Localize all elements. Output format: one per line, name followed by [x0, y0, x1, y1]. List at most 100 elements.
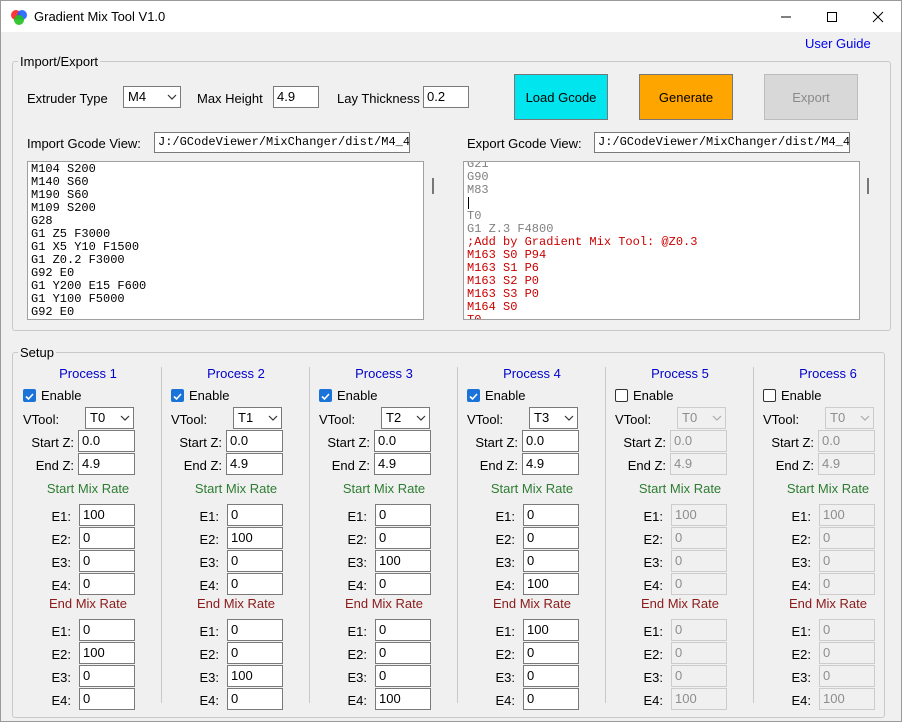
chevron-down-icon	[564, 415, 574, 421]
start-z-input[interactable]: 0.0	[78, 430, 135, 452]
process-panel-4: Process 4 Enable VTool: T3 Start Z: 0.0 End Z:…	[458, 366, 606, 710]
checkmark-icon	[469, 393, 478, 401]
end-z-label: End Z:	[331, 458, 370, 473]
import-gcode-textarea[interactable]: M104 S200 M140 S60 M190 S60 M109 S200 G28 G1 …	[27, 161, 424, 320]
end-e2-input[interactable]: 0	[523, 642, 579, 664]
end-e3-input[interactable]: 0	[523, 665, 579, 687]
end-e3-input[interactable]: 0	[819, 665, 875, 687]
enable-checkbox[interactable]	[319, 389, 332, 402]
load-gcode-button[interactable]: Load Gcode	[514, 74, 608, 120]
end-e4-input[interactable]: 0	[227, 688, 283, 710]
end-e3-input[interactable]: 0	[671, 665, 727, 687]
start-z-input[interactable]: 0.0	[522, 430, 579, 452]
chevron-down-icon	[120, 415, 130, 421]
end-e1-input[interactable]: 0	[79, 619, 135, 641]
end-e3-input[interactable]: 0	[79, 665, 135, 687]
enable-checkbox[interactable]	[23, 389, 36, 402]
start-mix-rate-heading: Start Mix Rate	[194, 481, 278, 496]
start-e3-input[interactable]: 100	[375, 550, 431, 572]
end-e3-input[interactable]: 100	[227, 665, 283, 687]
maximize-button[interactable]	[809, 1, 855, 32]
start-e2-input[interactable]: 0	[79, 527, 135, 549]
end-e1-input[interactable]: 0	[375, 619, 431, 641]
enable-checkbox[interactable]	[467, 389, 480, 402]
export-button[interactable]: Export	[764, 74, 858, 120]
close-button[interactable]	[855, 1, 901, 32]
import-scrollbar[interactable]	[432, 178, 434, 194]
vtool-select[interactable]: T3	[529, 407, 578, 429]
start-e1-input[interactable]: 0	[523, 504, 579, 526]
chevron-down-icon	[712, 415, 722, 421]
import-path-field[interactable]: J:/GCodeViewer/MixChanger/dist/M4_4C	[154, 132, 410, 153]
vtool-select[interactable]: T0	[825, 407, 874, 429]
vtool-select[interactable]: T0	[85, 407, 134, 429]
start-e3-input[interactable]: 0	[819, 550, 875, 572]
start-z-input[interactable]: 0.0	[226, 430, 283, 452]
end-z-input[interactable]: 4.9	[522, 453, 579, 475]
end-e4-input[interactable]: 0	[523, 688, 579, 710]
end-z-input[interactable]: 4.9	[818, 453, 875, 475]
end-e3-input[interactable]: 0	[375, 665, 431, 687]
end-e1-input[interactable]: 0	[671, 619, 727, 641]
end-z-input[interactable]: 4.9	[670, 453, 727, 475]
minimize-button[interactable]	[763, 1, 809, 32]
start-z-input[interactable]: 0.0	[818, 430, 875, 452]
start-e4-input[interactable]: 0	[819, 573, 875, 595]
start-e2-input[interactable]: 0	[375, 527, 431, 549]
export-gcode-textarea[interactable]: G21 G90 M83 T0 G1 Z.3 F4800 ;Add by Gradient …	[463, 161, 860, 320]
vtool-select[interactable]: T0	[677, 407, 726, 429]
end-e2-input[interactable]: 0	[819, 642, 875, 664]
max-height-input[interactable]: 4.9	[273, 86, 319, 108]
end-e1-label: E1:	[495, 624, 515, 639]
end-e2-input[interactable]: 100	[79, 642, 135, 664]
end-e2-input[interactable]: 0	[227, 642, 283, 664]
start-e3-input[interactable]: 0	[79, 550, 135, 572]
vtool-select[interactable]: T2	[381, 407, 430, 429]
import-gcode-line: M140 S60	[31, 175, 89, 189]
start-e4-input[interactable]: 0	[79, 573, 135, 595]
lay-thickness-input[interactable]: 0.2	[423, 86, 469, 108]
end-z-input[interactable]: 4.9	[374, 453, 431, 475]
start-e1-input[interactable]: 100	[671, 504, 727, 526]
start-e4-input[interactable]: 0	[375, 573, 431, 595]
start-e3-input[interactable]: 0	[227, 550, 283, 572]
end-e4-input[interactable]: 100	[671, 688, 727, 710]
start-e4-input[interactable]: 0	[227, 573, 283, 595]
enable-checkbox[interactable]	[763, 389, 776, 402]
extruder-type-select[interactable]: M4	[123, 86, 181, 108]
end-e1-input[interactable]: 0	[819, 619, 875, 641]
end-mix-rate-heading: End Mix Rate	[788, 596, 868, 611]
export-gcode-line: M164 S0	[467, 300, 518, 314]
start-e2-input[interactable]: 100	[227, 527, 283, 549]
start-z-input[interactable]: 0.0	[374, 430, 431, 452]
generate-button[interactable]: Generate	[639, 74, 733, 120]
enable-checkbox[interactable]	[615, 389, 628, 402]
start-e1-input[interactable]: 0	[227, 504, 283, 526]
enable-checkbox[interactable]	[171, 389, 184, 402]
start-e2-input[interactable]: 0	[819, 527, 875, 549]
end-e4-input[interactable]: 100	[375, 688, 431, 710]
export-path-field[interactable]: J:/GCodeViewer/MixChanger/dist/M4_4C	[594, 132, 850, 153]
start-e1-label: E1:	[791, 509, 811, 524]
export-scrollbar[interactable]	[867, 178, 869, 194]
end-e4-input[interactable]: 100	[819, 688, 875, 710]
end-z-input[interactable]: 4.9	[226, 453, 283, 475]
start-e1-input[interactable]: 100	[79, 504, 135, 526]
end-e1-input[interactable]: 100	[523, 619, 579, 641]
end-e2-input[interactable]: 0	[671, 642, 727, 664]
start-e2-input[interactable]: 0	[671, 527, 727, 549]
start-z-input[interactable]: 0.0	[670, 430, 727, 452]
end-e1-input[interactable]: 0	[227, 619, 283, 641]
end-e2-input[interactable]: 0	[375, 642, 431, 664]
vtool-select[interactable]: T1	[233, 407, 282, 429]
start-e4-input[interactable]: 0	[671, 573, 727, 595]
end-e4-input[interactable]: 0	[79, 688, 135, 710]
start-e3-input[interactable]: 0	[671, 550, 727, 572]
start-e2-input[interactable]: 0	[523, 527, 579, 549]
start-e3-input[interactable]: 0	[523, 550, 579, 572]
end-z-input[interactable]: 4.9	[78, 453, 135, 475]
start-e4-input[interactable]: 100	[523, 573, 579, 595]
user-guide-link[interactable]: User Guide	[805, 36, 871, 51]
start-e1-input[interactable]: 100	[819, 504, 875, 526]
start-e1-input[interactable]: 0	[375, 504, 431, 526]
